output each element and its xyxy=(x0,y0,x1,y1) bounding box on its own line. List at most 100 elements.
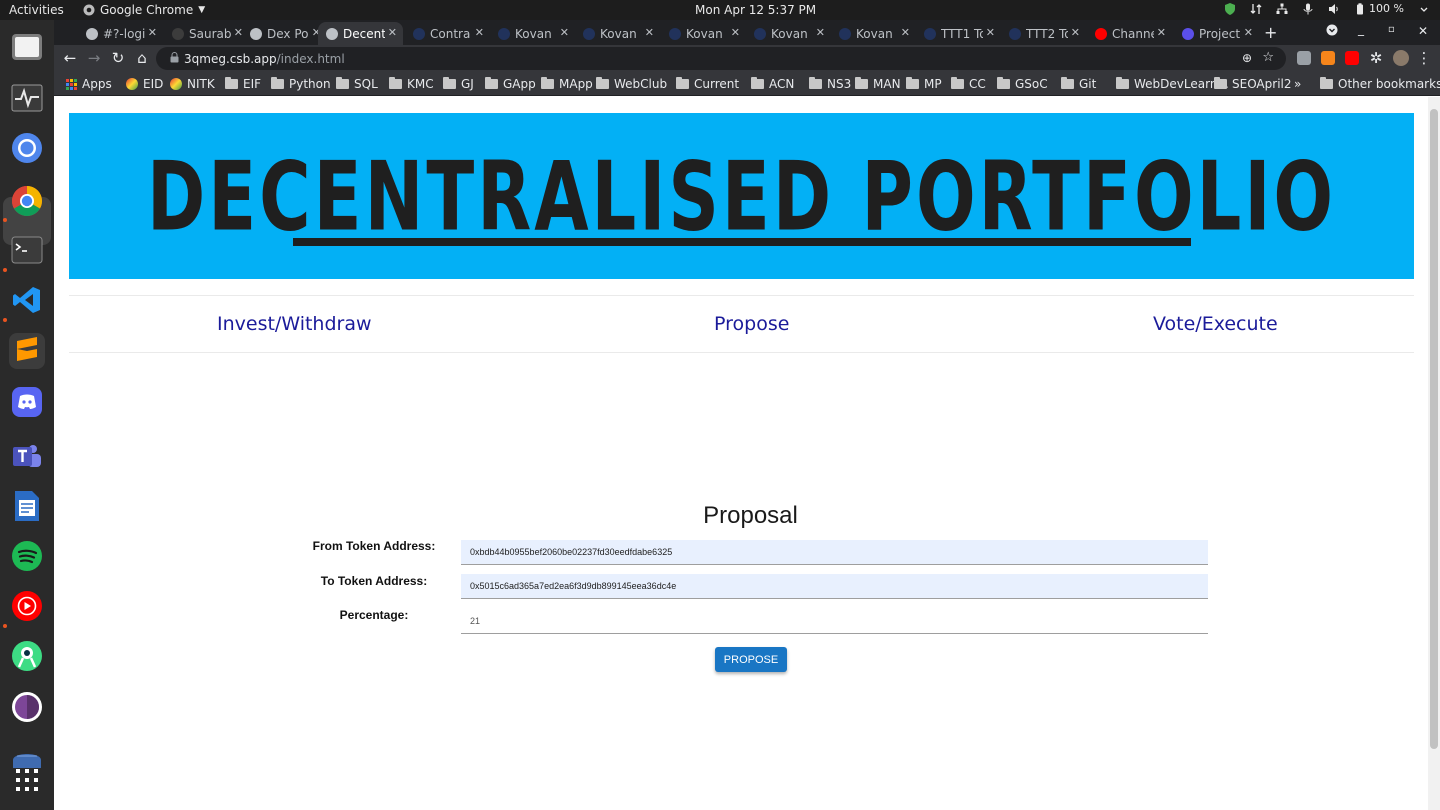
propose-button[interactable]: PROPOSE xyxy=(715,647,787,672)
scrollbar-thumb[interactable] xyxy=(1430,109,1438,749)
browser-tab[interactable]: #?-logi ✕ xyxy=(78,22,163,45)
reload-icon[interactable]: ↻ xyxy=(108,49,128,67)
tor-browser-dock-icon[interactable] xyxy=(9,689,45,725)
browser-tab[interactable]: Kovan ✕ xyxy=(661,22,746,45)
terminal-dock-icon[interactable] xyxy=(9,232,45,268)
from-token-address-input[interactable] xyxy=(461,540,1208,565)
browser-tab[interactable]: Channe ✕ xyxy=(1087,22,1172,45)
page-scrollbar[interactable] xyxy=(1428,97,1440,810)
bookmark-item[interactable]: GSoC xyxy=(997,77,1048,91)
tab-close-icon[interactable]: ✕ xyxy=(901,26,910,39)
battery-icon[interactable] xyxy=(1354,2,1366,15)
system-monitor-dock-icon[interactable] xyxy=(9,80,45,116)
bookmark-item[interactable]: Apps xyxy=(66,77,112,91)
tab-close-icon[interactable]: ✕ xyxy=(1071,26,1080,39)
bookmark-item[interactable]: WebClub xyxy=(596,77,667,91)
browser-tab[interactable]: Kovan ✕ xyxy=(746,22,831,45)
tab-close-icon[interactable]: ✕ xyxy=(816,26,825,39)
bookmark-item[interactable]: Python xyxy=(271,77,331,91)
bookmark-item[interactable]: MAN xyxy=(855,77,901,91)
browser-tab[interactable]: Project ✕ xyxy=(1174,22,1259,45)
show-applications-grid-icon[interactable] xyxy=(9,762,45,798)
bookmark-item[interactable]: EIF xyxy=(225,77,261,91)
files-dock-icon[interactable] xyxy=(9,28,45,64)
browser-tab[interactable]: Kovan ✕ xyxy=(831,22,916,45)
home-icon[interactable]: ⌂ xyxy=(132,49,152,67)
youtube-extension-icon[interactable] xyxy=(1345,51,1359,65)
browser-tab[interactable]: Decent ✕ xyxy=(318,22,403,45)
tab-close-icon[interactable]: ✕ xyxy=(645,26,654,39)
bookmark-item[interactable]: SEOApril2 xyxy=(1214,77,1292,91)
android-studio-dock-icon[interactable] xyxy=(9,638,45,674)
browser-tab[interactable]: Kovan ✕ xyxy=(575,22,660,45)
bookmark-item[interactable]: NS3 xyxy=(809,77,851,91)
address-bar[interactable]: 3qmeg.csb.app/index.html ⊕ ☆ xyxy=(156,47,1286,70)
document-viewer-dock-icon[interactable] xyxy=(9,488,45,524)
tab-close-icon[interactable]: ✕ xyxy=(388,26,397,39)
power-menu-icon[interactable] xyxy=(1418,3,1430,15)
bookmark-item[interactable]: MApp xyxy=(541,77,593,91)
app-menu[interactable]: Google Chrome ▼ xyxy=(83,3,205,17)
transfer-arrows-icon[interactable] xyxy=(1250,3,1262,15)
back-arrow-icon[interactable]: ← xyxy=(60,49,80,67)
browser-tab[interactable]: Dex Po ✕ xyxy=(242,22,327,45)
clock[interactable]: Mon Apr 12 5:37 PM xyxy=(695,3,816,17)
network-icon[interactable] xyxy=(1276,3,1288,15)
tab-search-icon[interactable] xyxy=(1326,24,1338,39)
browser-tab[interactable]: Contra ✕ xyxy=(405,22,490,45)
extensions-puzzle-icon[interactable]: ✲ xyxy=(1366,49,1386,67)
tab-close-icon[interactable]: ✕ xyxy=(560,26,569,39)
youtube-music-dock-icon[interactable] xyxy=(9,588,45,624)
bookmark-item[interactable]: CC xyxy=(951,77,986,91)
system-tray[interactable]: 100 % xyxy=(1224,2,1430,15)
bookmark-item[interactable]: SQL xyxy=(336,77,378,91)
close-window-icon[interactable]: ✕ xyxy=(1418,24,1428,38)
bookmark-item[interactable]: Current xyxy=(676,77,739,91)
tab-close-icon[interactable]: ✕ xyxy=(475,26,484,39)
screenshot-extension-icon[interactable] xyxy=(1297,51,1311,65)
browser-tab[interactable]: TTT2 To ✕ xyxy=(1001,22,1086,45)
new-tab-button[interactable]: + xyxy=(1264,23,1277,42)
bookmark-item[interactable]: KMC xyxy=(389,77,434,91)
forward-arrow-icon[interactable]: → xyxy=(84,49,104,67)
metamask-fox-icon[interactable] xyxy=(1321,51,1335,65)
chromium-dock-icon[interactable] xyxy=(9,130,45,166)
bookmark-item[interactable]: MP xyxy=(906,77,942,91)
chrome-dock-icon[interactable] xyxy=(9,183,45,219)
browser-tab[interactable]: TTT1 To ✕ xyxy=(916,22,1001,45)
nav-link-vote-execute[interactable]: Vote/Execute xyxy=(1153,313,1278,335)
install-app-icon[interactable]: ⊕ xyxy=(1242,51,1252,65)
bookmark-item[interactable]: GApp xyxy=(485,77,536,91)
bookmark-item[interactable]: GJ xyxy=(443,77,474,91)
restore-window-icon[interactable]: ▫ xyxy=(1388,24,1395,35)
lock-icon[interactable] xyxy=(170,52,179,63)
sublime-text-dock-icon[interactable] xyxy=(9,333,45,369)
other-bookmarks-folder[interactable]: Other bookmarks xyxy=(1320,77,1440,91)
tab-close-icon[interactable]: ✕ xyxy=(986,26,995,39)
browser-tab[interactable]: Kovan ✕ xyxy=(490,22,575,45)
browser-tab[interactable]: Saurab ✕ xyxy=(164,22,249,45)
bookmark-item[interactable]: NITK xyxy=(170,77,215,91)
bookmark-item[interactable]: WebDevLearn... xyxy=(1116,77,1229,91)
teams-dock-icon[interactable] xyxy=(9,438,45,474)
profile-avatar[interactable] xyxy=(1393,50,1409,66)
tab-close-icon[interactable]: ✕ xyxy=(1157,26,1166,39)
activities-button[interactable]: Activities xyxy=(9,3,64,17)
tab-close-icon[interactable]: ✕ xyxy=(731,26,740,39)
minimize-window-icon[interactable]: _ xyxy=(1358,22,1364,36)
bookmark-item[interactable]: EID xyxy=(126,77,163,91)
microphone-icon[interactable] xyxy=(1302,3,1314,15)
vscode-dock-icon[interactable] xyxy=(9,282,45,318)
bookmark-item[interactable]: Git xyxy=(1061,77,1096,91)
to-token-address-input[interactable] xyxy=(461,574,1208,599)
bookmark-star-icon[interactable]: ☆ xyxy=(1262,50,1274,65)
shield-icon[interactable] xyxy=(1224,2,1236,15)
bookmark-item[interactable]: ACN xyxy=(751,77,794,91)
discord-dock-icon[interactable] xyxy=(9,384,45,420)
spotify-dock-icon[interactable] xyxy=(9,538,45,574)
nav-link-propose[interactable]: Propose xyxy=(714,313,789,335)
url-text[interactable]: 3qmeg.csb.app/index.html xyxy=(184,52,345,66)
nav-link-invest-withdraw[interactable]: Invest/Withdraw xyxy=(217,313,372,335)
bookmarks-overflow-chevron-icon[interactable]: » xyxy=(1294,77,1301,91)
tab-close-icon[interactable]: ✕ xyxy=(148,26,157,39)
